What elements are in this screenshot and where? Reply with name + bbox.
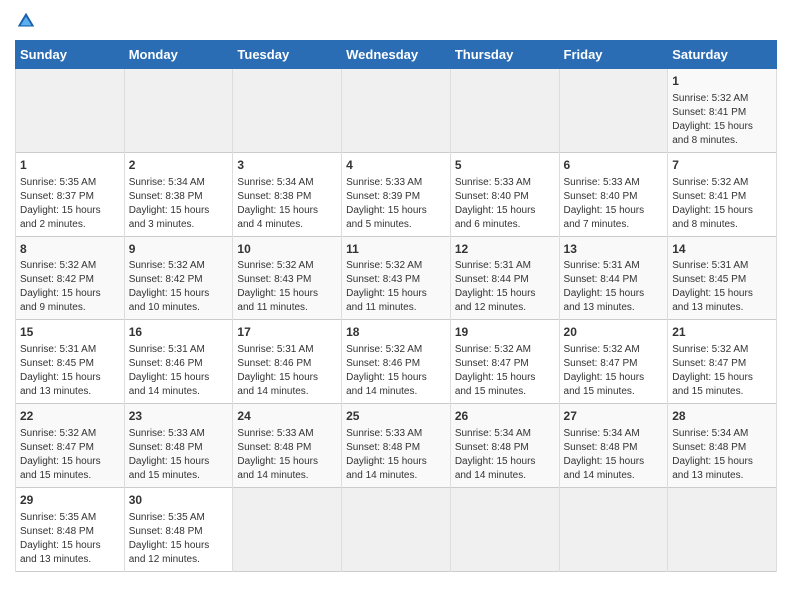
calendar-cell: 25Sunrise: 5:33 AMSunset: 8:48 PMDayligh…: [342, 404, 451, 488]
day-number: 20: [564, 324, 664, 341]
day-header-sunday: Sunday: [16, 41, 125, 69]
calendar-cell: 17Sunrise: 5:31 AMSunset: 8:46 PMDayligh…: [233, 320, 342, 404]
day-header-friday: Friday: [559, 41, 668, 69]
calendar-cell: [16, 69, 125, 153]
day-number: 15: [20, 324, 120, 341]
calendar-cell: 8Sunrise: 5:32 AMSunset: 8:42 PMDaylight…: [16, 236, 125, 320]
day-number: 16: [129, 324, 229, 341]
calendar-cell: 29Sunrise: 5:35 AMSunset: 8:48 PMDayligh…: [16, 487, 125, 571]
day-number: 13: [564, 241, 664, 258]
calendar-cell: 30Sunrise: 5:35 AMSunset: 8:48 PMDayligh…: [124, 487, 233, 571]
day-number: 5: [455, 157, 555, 174]
calendar-cell: 5Sunrise: 5:33 AMSunset: 8:40 PMDaylight…: [450, 152, 559, 236]
calendar-cell: [124, 69, 233, 153]
day-number: 18: [346, 324, 446, 341]
day-number: 29: [20, 492, 120, 509]
calendar-cell: 20Sunrise: 5:32 AMSunset: 8:47 PMDayligh…: [559, 320, 668, 404]
day-number: 10: [237, 241, 337, 258]
week-row-6: 29Sunrise: 5:35 AMSunset: 8:48 PMDayligh…: [16, 487, 777, 571]
calendar-cell: 6Sunrise: 5:33 AMSunset: 8:40 PMDaylight…: [559, 152, 668, 236]
calendar-cell: 7Sunrise: 5:32 AMSunset: 8:41 PMDaylight…: [668, 152, 777, 236]
day-number: 30: [129, 492, 229, 509]
day-number: 17: [237, 324, 337, 341]
day-number: 24: [237, 408, 337, 425]
calendar-cell: 24Sunrise: 5:33 AMSunset: 8:48 PMDayligh…: [233, 404, 342, 488]
day-number: 27: [564, 408, 664, 425]
calendar-cell: [559, 69, 668, 153]
calendar-cell: 15Sunrise: 5:31 AMSunset: 8:45 PMDayligh…: [16, 320, 125, 404]
day-number: 9: [129, 241, 229, 258]
week-row-3: 8Sunrise: 5:32 AMSunset: 8:42 PMDaylight…: [16, 236, 777, 320]
logo: [15, 10, 41, 32]
calendar-cell: 22Sunrise: 5:32 AMSunset: 8:47 PMDayligh…: [16, 404, 125, 488]
calendar-cell: 21Sunrise: 5:32 AMSunset: 8:47 PMDayligh…: [668, 320, 777, 404]
calendar-cell: [342, 69, 451, 153]
day-number: 23: [129, 408, 229, 425]
week-row-1: 1Sunrise: 5:32 AMSunset: 8:41 PMDaylight…: [16, 69, 777, 153]
day-number: 25: [346, 408, 446, 425]
header: [15, 10, 777, 32]
logo-icon: [15, 10, 37, 32]
week-row-2: 1Sunrise: 5:35 AMSunset: 8:37 PMDaylight…: [16, 152, 777, 236]
day-header-saturday: Saturday: [668, 41, 777, 69]
calendar-cell: [342, 487, 451, 571]
calendar-cell: [668, 487, 777, 571]
calendar-cell: 1Sunrise: 5:32 AMSunset: 8:41 PMDaylight…: [668, 69, 777, 153]
day-header-monday: Monday: [124, 41, 233, 69]
calendar-cell: 3Sunrise: 5:34 AMSunset: 8:38 PMDaylight…: [233, 152, 342, 236]
day-number: 22: [20, 408, 120, 425]
day-number: 1: [20, 157, 120, 174]
day-number: 3: [237, 157, 337, 174]
calendar-cell: [450, 487, 559, 571]
calendar-cell: [559, 487, 668, 571]
day-number: 4: [346, 157, 446, 174]
calendar-cell: 28Sunrise: 5:34 AMSunset: 8:48 PMDayligh…: [668, 404, 777, 488]
calendar-header-row: SundayMondayTuesdayWednesdayThursdayFrid…: [16, 41, 777, 69]
calendar-cell: 1Sunrise: 5:35 AMSunset: 8:37 PMDaylight…: [16, 152, 125, 236]
calendar-cell: 4Sunrise: 5:33 AMSunset: 8:39 PMDaylight…: [342, 152, 451, 236]
week-row-4: 15Sunrise: 5:31 AMSunset: 8:45 PMDayligh…: [16, 320, 777, 404]
day-number: 8: [20, 241, 120, 258]
day-number: 21: [672, 324, 772, 341]
day-header-wednesday: Wednesday: [342, 41, 451, 69]
calendar-cell: 10Sunrise: 5:32 AMSunset: 8:43 PMDayligh…: [233, 236, 342, 320]
calendar-cell: 26Sunrise: 5:34 AMSunset: 8:48 PMDayligh…: [450, 404, 559, 488]
calendar-cell: [233, 487, 342, 571]
day-number: 1: [672, 73, 772, 90]
day-number: 11: [346, 241, 446, 258]
calendar-cell: 2Sunrise: 5:34 AMSunset: 8:38 PMDaylight…: [124, 152, 233, 236]
calendar-table: SundayMondayTuesdayWednesdayThursdayFrid…: [15, 40, 777, 572]
day-number: 28: [672, 408, 772, 425]
calendar-cell: [233, 69, 342, 153]
calendar-cell: 11Sunrise: 5:32 AMSunset: 8:43 PMDayligh…: [342, 236, 451, 320]
day-number: 7: [672, 157, 772, 174]
week-row-5: 22Sunrise: 5:32 AMSunset: 8:47 PMDayligh…: [16, 404, 777, 488]
calendar-cell: 19Sunrise: 5:32 AMSunset: 8:47 PMDayligh…: [450, 320, 559, 404]
day-number: 6: [564, 157, 664, 174]
calendar-cell: 12Sunrise: 5:31 AMSunset: 8:44 PMDayligh…: [450, 236, 559, 320]
calendar-cell: 13Sunrise: 5:31 AMSunset: 8:44 PMDayligh…: [559, 236, 668, 320]
calendar-cell: 14Sunrise: 5:31 AMSunset: 8:45 PMDayligh…: [668, 236, 777, 320]
day-number: 14: [672, 241, 772, 258]
day-number: 2: [129, 157, 229, 174]
day-number: 19: [455, 324, 555, 341]
day-number: 12: [455, 241, 555, 258]
day-header-tuesday: Tuesday: [233, 41, 342, 69]
calendar-cell: 18Sunrise: 5:32 AMSunset: 8:46 PMDayligh…: [342, 320, 451, 404]
day-number: 26: [455, 408, 555, 425]
calendar-cell: [450, 69, 559, 153]
calendar-cell: 23Sunrise: 5:33 AMSunset: 8:48 PMDayligh…: [124, 404, 233, 488]
day-header-thursday: Thursday: [450, 41, 559, 69]
page-container: SundayMondayTuesdayWednesdayThursdayFrid…: [0, 0, 792, 582]
calendar-cell: 9Sunrise: 5:32 AMSunset: 8:42 PMDaylight…: [124, 236, 233, 320]
calendar-cell: 16Sunrise: 5:31 AMSunset: 8:46 PMDayligh…: [124, 320, 233, 404]
calendar-cell: 27Sunrise: 5:34 AMSunset: 8:48 PMDayligh…: [559, 404, 668, 488]
